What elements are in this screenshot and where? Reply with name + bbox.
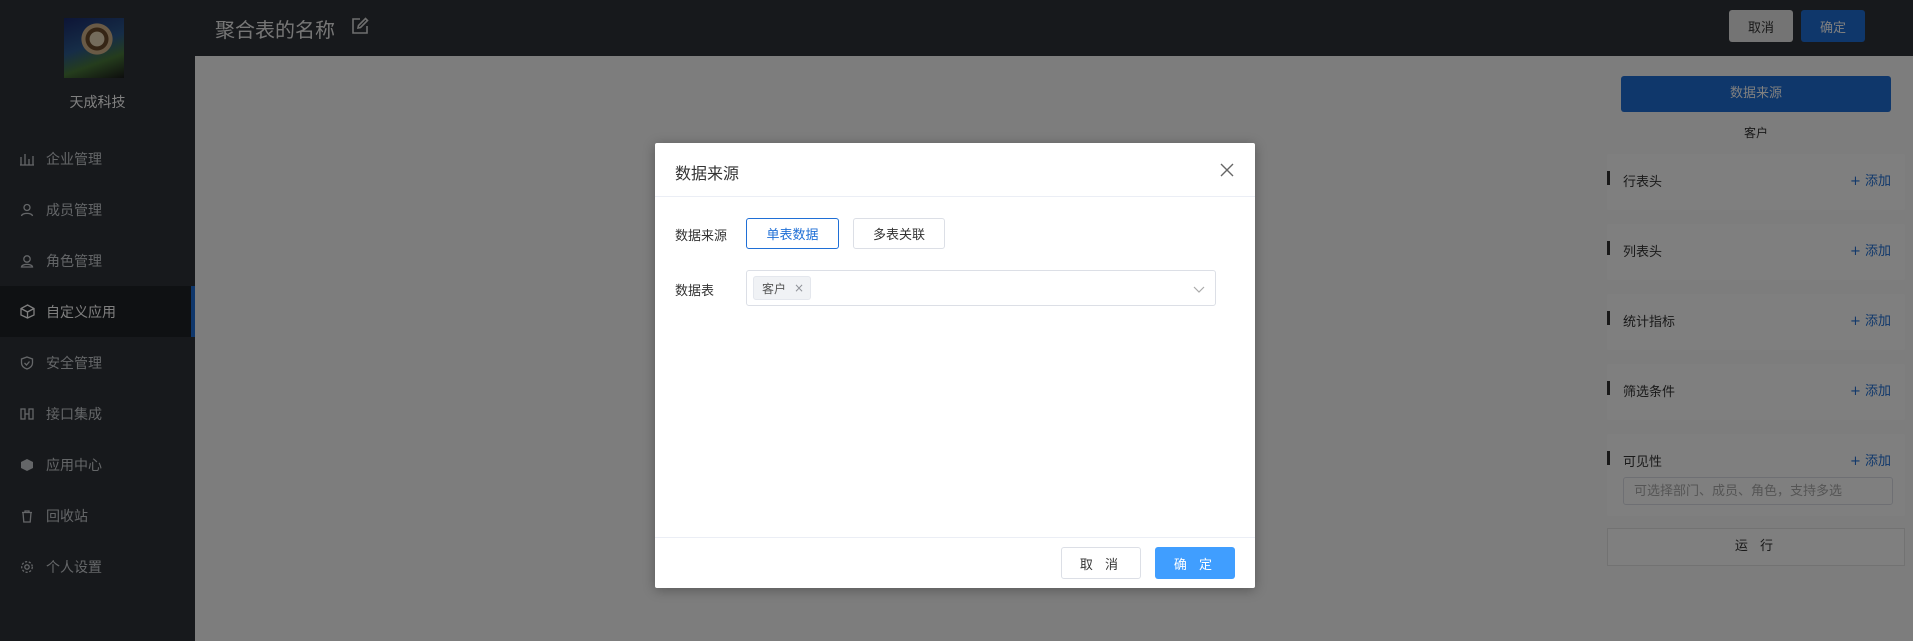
dialog-cancel-button[interactable]: 取 消 (1061, 547, 1141, 579)
dialog-footer-divider (655, 537, 1255, 538)
multi-table-option[interactable]: 多表关联 (853, 218, 945, 249)
table-select[interactable]: 客户 × (746, 270, 1216, 306)
tag-close-icon[interactable]: × (794, 281, 804, 295)
dialog-header-divider (655, 196, 1255, 197)
single-table-option[interactable]: 单表数据 (746, 218, 839, 249)
selected-table-tag: 客户 × (753, 276, 812, 300)
tag-label: 客户 (762, 281, 787, 296)
chevron-down-icon (1193, 283, 1205, 293)
close-icon[interactable] (1219, 162, 1235, 178)
data-source-dialog: 数据来源 数据来源 单表数据 多表关联 数据表 客户 × 取 消 确 定 (655, 143, 1255, 588)
dialog-title: 数据来源 (675, 164, 740, 183)
table-label: 数据表 (675, 284, 715, 299)
dialog-confirm-button[interactable]: 确 定 (1155, 547, 1235, 579)
source-label: 数据来源 (675, 229, 728, 244)
